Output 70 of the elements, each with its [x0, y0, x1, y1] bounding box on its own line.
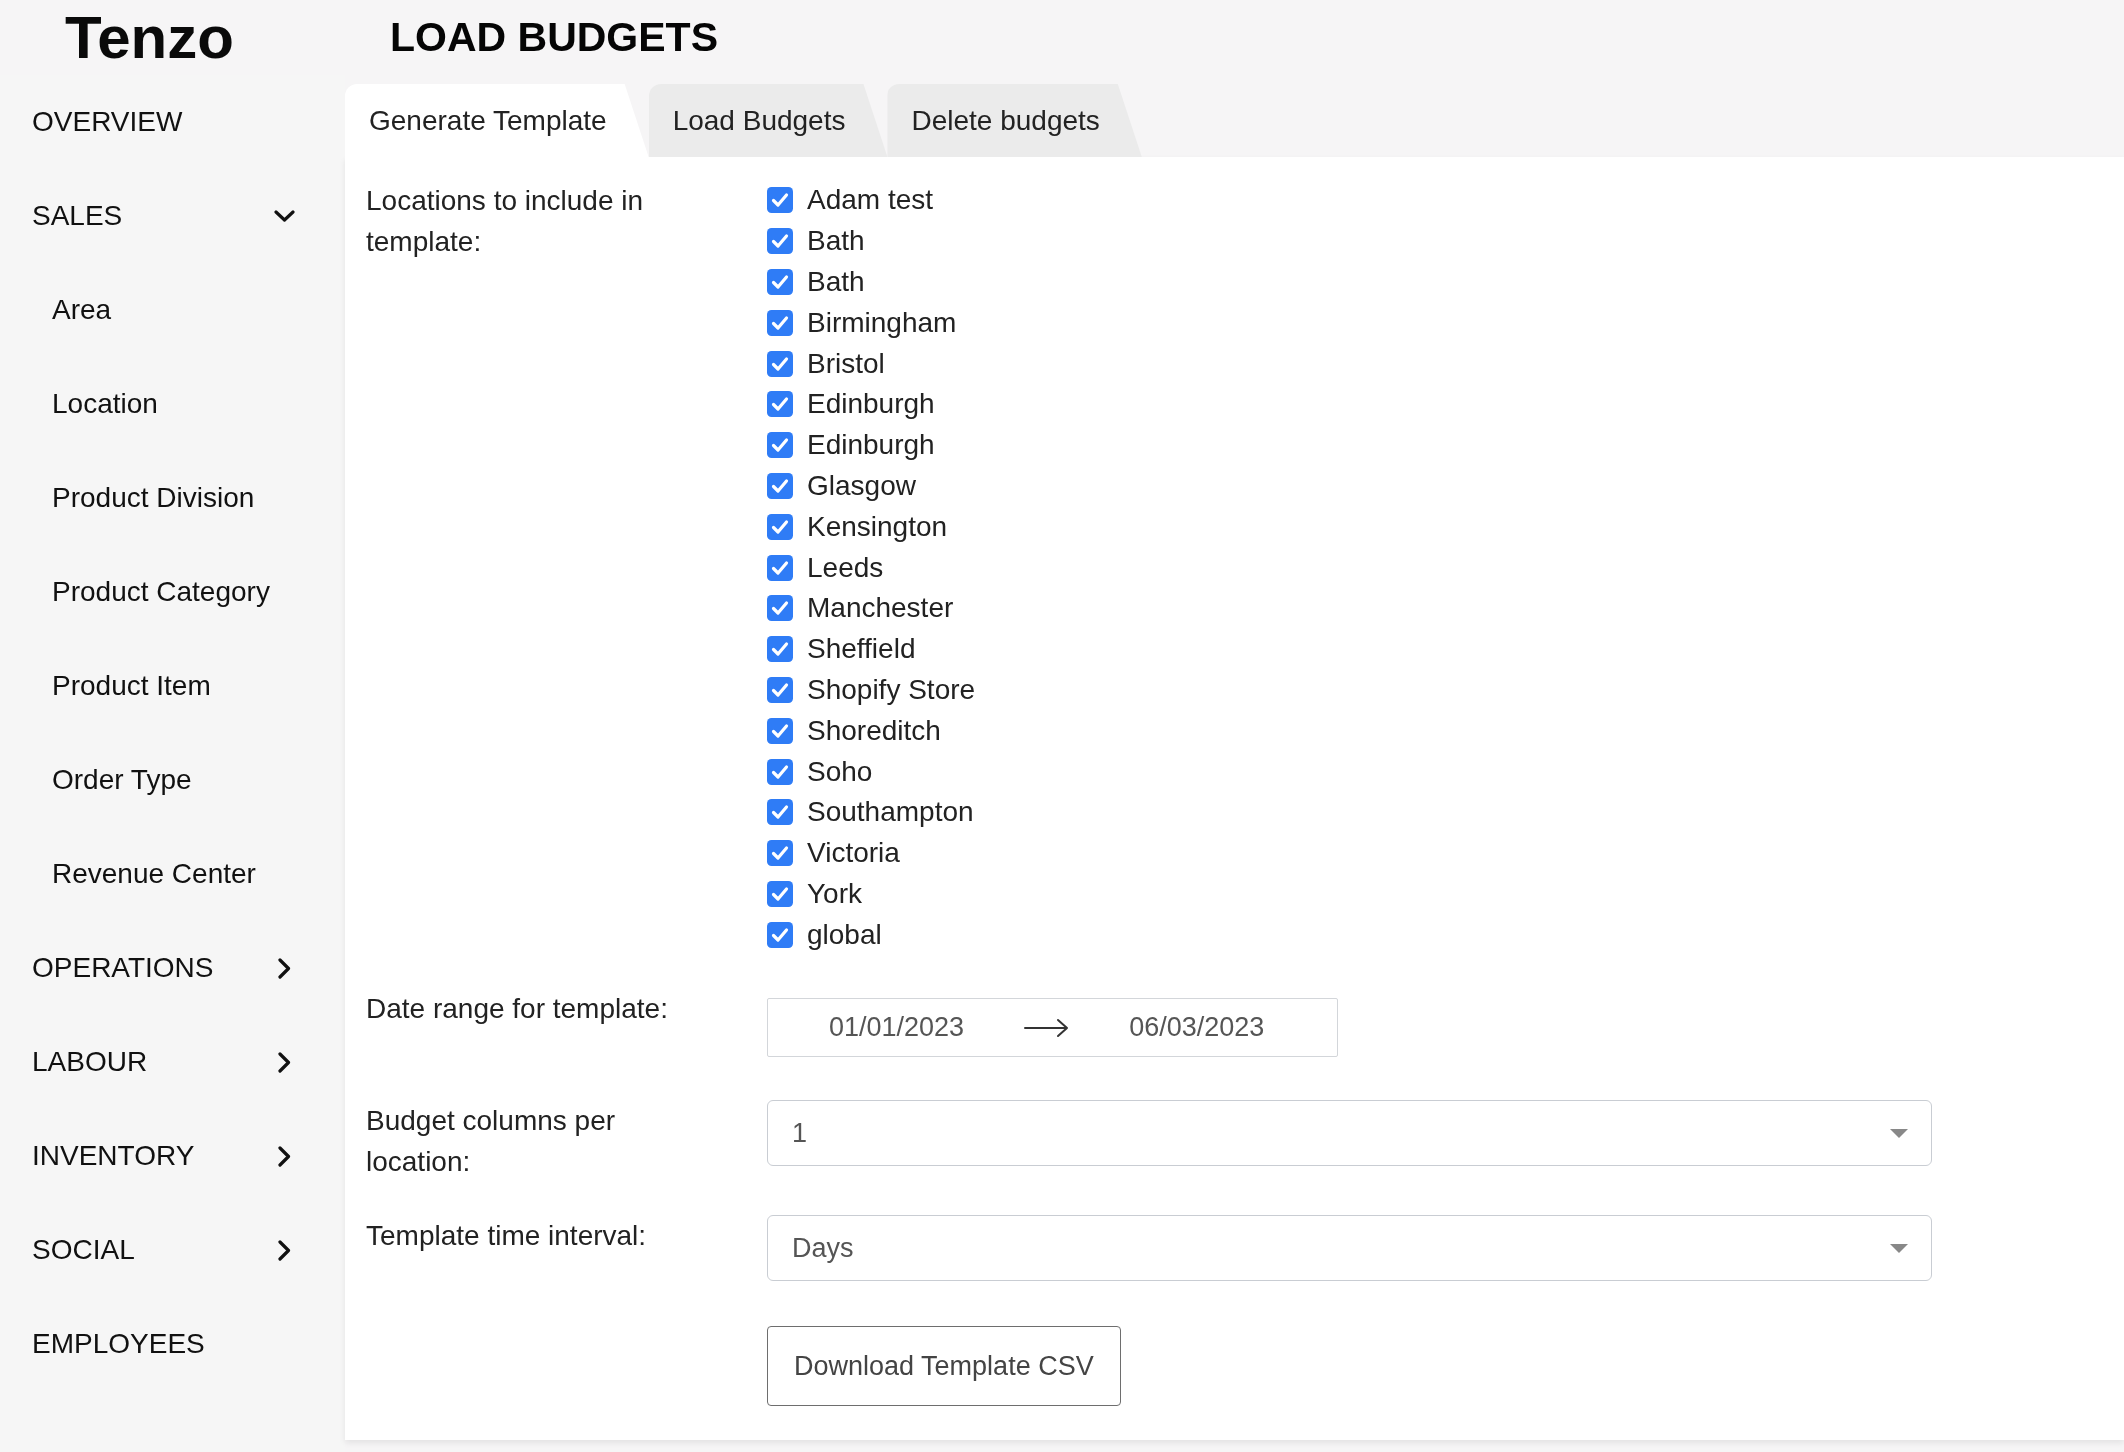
checkbox[interactable]: [767, 717, 793, 744]
checkbox[interactable]: [767, 595, 793, 622]
tab[interactable]: Generate Template: [345, 84, 649, 157]
location-label: Southampton: [807, 796, 974, 829]
location-label: Bath: [807, 266, 865, 298]
checkbox[interactable]: [767, 309, 793, 336]
checkbox[interactable]: [767, 187, 793, 214]
caret-down-icon: [1890, 1128, 1908, 1138]
checkbox[interactable]: [767, 676, 793, 703]
nav-item[interactable]: LABOUR: [0, 1015, 345, 1109]
dropdown[interactable]: 1: [767, 1100, 1932, 1167]
location-label: Edinburgh: [807, 429, 935, 462]
nav-subitem[interactable]: Area: [0, 263, 345, 357]
checkbox[interactable]: [767, 636, 793, 663]
location-label: Manchester: [807, 592, 954, 625]
nav-subitem[interactable]: Product Category: [0, 545, 345, 639]
location-label: Shoreditch: [807, 714, 941, 747]
checkbox[interactable]: [767, 921, 793, 948]
location-label: York: [807, 877, 862, 910]
checkbox[interactable]: [767, 554, 793, 581]
nav-item[interactable]: INVENTORY: [0, 1109, 345, 1203]
checkbox[interactable]: [767, 840, 793, 867]
checkbox[interactable]: [767, 880, 793, 907]
nav-subitem[interactable]: Location: [0, 357, 345, 451]
checkbox[interactable]: [767, 758, 793, 785]
tab[interactable]: Load Budgets: [648, 84, 888, 157]
arrow-right-icon: [1024, 1017, 1070, 1038]
location-label: Glasgow: [807, 469, 916, 502]
location-label: Adam test: [807, 184, 934, 217]
checkbox[interactable]: [767, 432, 793, 459]
nav-subitem[interactable]: Order Type: [0, 733, 345, 827]
location-label: Soho: [807, 755, 873, 788]
field-label: Date range for template:: [366, 992, 669, 1027]
checkbox[interactable]: [767, 350, 793, 377]
location-label: Birmingham: [807, 306, 957, 339]
end-date-input[interactable]: 06/03/2023: [1129, 1012, 1265, 1044]
field-label: Template time interval:: [366, 1219, 648, 1254]
checkbox[interactable]: [767, 799, 793, 826]
location-label: Edinburgh: [807, 388, 935, 421]
checkbox[interactable]: [767, 513, 793, 540]
location-label: Bath: [807, 225, 865, 258]
nav-subitem[interactable]: Revenue Center: [0, 827, 345, 921]
dropdown[interactable]: Days: [767, 1215, 1932, 1282]
download-button[interactable]: Download Template CSV: [767, 1326, 1121, 1407]
location-label: Shopify Store: [807, 673, 976, 706]
location-label: global: [807, 918, 882, 951]
location-label: Sheffield: [807, 633, 916, 666]
field-label: Locations to include in template:: [366, 184, 645, 259]
nav-item[interactable]: SALES: [0, 169, 345, 263]
nav-item[interactable]: EMPLOYEES: [0, 1297, 345, 1391]
location-label: Leeds: [807, 551, 884, 584]
tab[interactable]: Delete budgets: [887, 84, 1142, 157]
nav-subitem[interactable]: Product Item: [0, 639, 345, 733]
field-label: Budget columns per location:: [366, 1104, 617, 1180]
checkbox[interactable]: [767, 228, 793, 255]
start-date-input[interactable]: 01/01/2023: [829, 1012, 965, 1044]
date-range-picker[interactable]: 01/01/2023 06/03/2023: [767, 998, 1338, 1058]
nav-item[interactable]: OVERVIEW: [0, 75, 345, 169]
location-label: Bristol: [807, 347, 885, 380]
nav-item[interactable]: SOCIAL: [0, 1203, 345, 1297]
logo: Tenzo: [65, 3, 234, 71]
nav-subitem[interactable]: Product Division: [0, 451, 345, 545]
caret-down-icon: [1890, 1243, 1908, 1253]
location-label: Victoria: [807, 837, 900, 870]
checkbox[interactable]: [767, 472, 793, 499]
checkbox[interactable]: [767, 269, 793, 295]
page-title: LOAD BUDGETS: [390, 17, 718, 58]
checkbox[interactable]: [767, 391, 793, 418]
nav-item[interactable]: OPERATIONS: [0, 921, 345, 1015]
location-label: Kensington: [807, 510, 948, 543]
